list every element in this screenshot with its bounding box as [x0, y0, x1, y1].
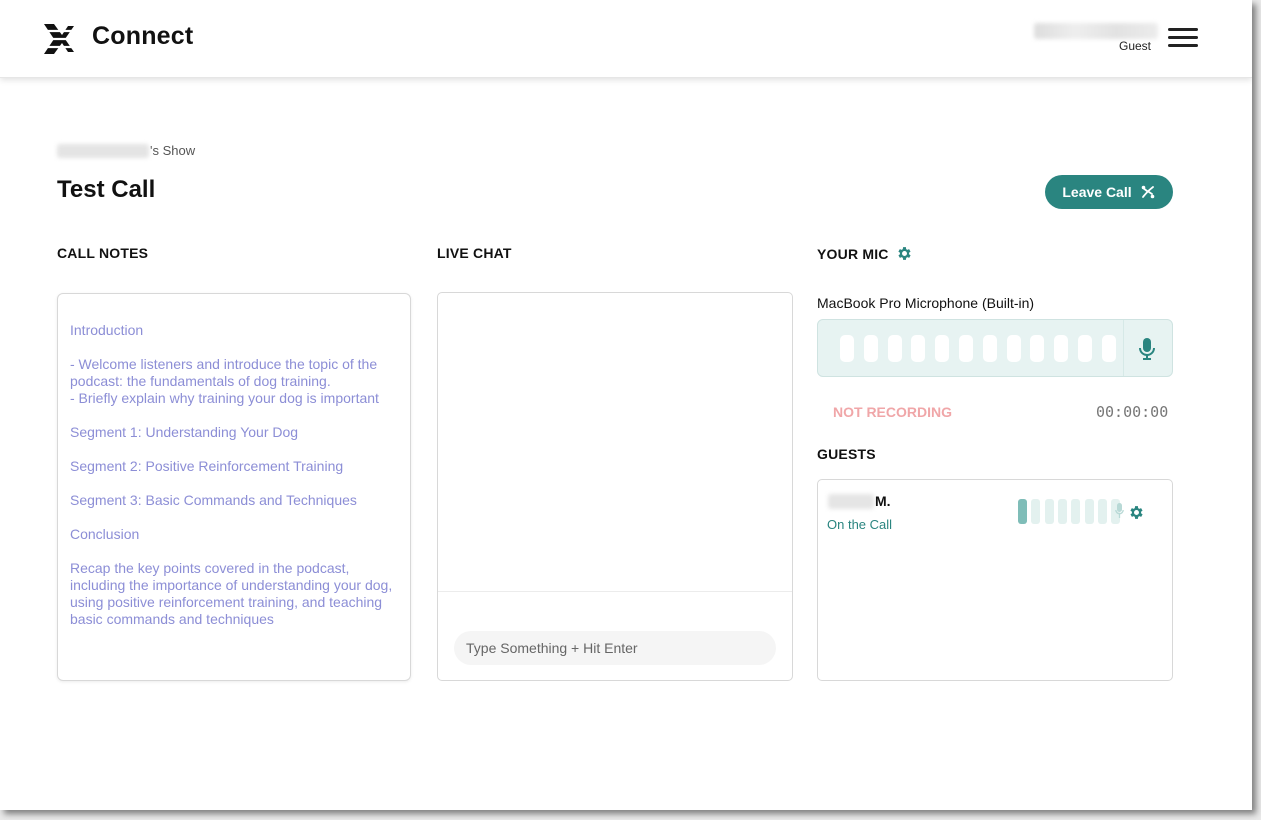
mic-level-segment [1054, 335, 1069, 362]
guest-status: On the Call [827, 517, 893, 532]
mic-device-name: MacBook Pro Microphone (Built-in) [817, 295, 1035, 311]
your-mic-heading: YOUR MIC [817, 245, 913, 262]
chat-input[interactable] [454, 631, 776, 665]
leave-call-button[interactable]: Leave Call [1045, 175, 1173, 209]
mic-level-segment [1078, 335, 1092, 362]
brand-name: Connect [92, 22, 194, 50]
guest-level-segment [1084, 499, 1094, 524]
microphone-icon[interactable] [1138, 337, 1156, 361]
mic-level-segment [863, 335, 878, 362]
phone-hangup-icon [1141, 185, 1154, 199]
show-name: 's Show [57, 143, 195, 158]
user-role: Guest [1119, 39, 1152, 53]
guest-level-segment [1097, 499, 1107, 524]
chat-divider [438, 591, 792, 592]
leave-call-label: Leave Call [1062, 184, 1132, 200]
call-notes-editor[interactable]: Introduction - Welcome listeners and int… [57, 293, 411, 681]
guest-level-segment [1018, 499, 1027, 524]
hamburger-menu-icon[interactable] [1168, 28, 1198, 48]
guest-name: M. [875, 493, 891, 509]
live-chat-heading: LIVE CHAT [437, 245, 512, 261]
mic-level-segment [935, 335, 950, 362]
show-owner-redacted [57, 143, 149, 158]
guest-level-segment [1057, 499, 1067, 524]
page-title: Test Call [57, 176, 156, 203]
mic-settings-gear-icon[interactable] [896, 245, 913, 262]
mic-level-segment [982, 335, 997, 362]
app-window: Connect Guest 's Show Test Call Leave Ca… [0, 0, 1252, 810]
mic-level-segment [959, 335, 973, 362]
guest-microphone-icon [1115, 503, 1124, 518]
guest-level-segment [1071, 499, 1081, 524]
recording-timer: 00:00:00 [1096, 403, 1169, 421]
guest-level-segment [1044, 499, 1054, 524]
show-suffix: 's Show [150, 143, 196, 158]
recording-status: NOT RECORDING [833, 404, 952, 420]
guests-heading: GUESTS [817, 446, 876, 462]
guest-level-segment [1031, 499, 1041, 524]
mic-level-segment [1006, 335, 1021, 362]
mic-level-segment [911, 335, 926, 362]
mic-level-segment [887, 335, 902, 362]
meter-divider [1123, 320, 1124, 376]
top-header: Connect Guest [0, 0, 1252, 78]
mic-level-segment [840, 335, 854, 362]
live-chat-panel [437, 292, 793, 681]
chat-messages-area [438, 293, 792, 591]
mic-level-segment [1030, 335, 1045, 362]
guests-panel: M. On the Call [817, 479, 1173, 681]
call-notes-heading: CALL NOTES [57, 245, 149, 261]
guest-settings-gear-icon[interactable] [1128, 504, 1145, 521]
your-mic-label: YOUR MIC [817, 245, 889, 262]
mic-level-meter [817, 319, 1173, 377]
guest-name-redacted [828, 494, 874, 509]
user-name-redacted [1034, 23, 1158, 39]
connect-logo-icon[interactable] [42, 22, 76, 56]
mic-level-segment [1101, 335, 1116, 362]
